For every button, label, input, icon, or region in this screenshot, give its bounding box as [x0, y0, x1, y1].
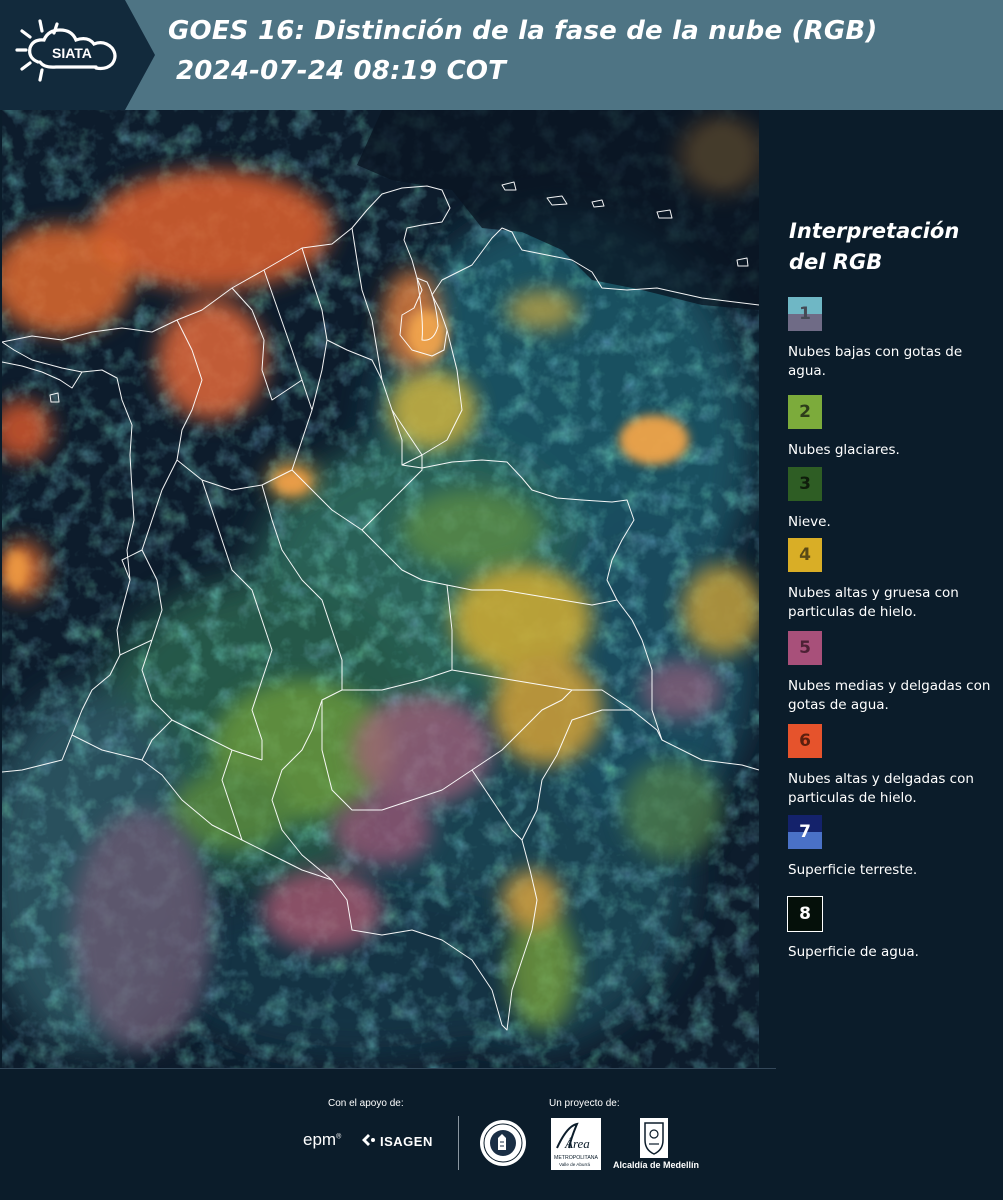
legend-number: 1: [799, 304, 811, 324]
legend-title-line2: del RGB: [789, 250, 883, 274]
legend-number: 3: [799, 474, 811, 494]
siata-logo-text: SIATA: [52, 45, 92, 61]
legend-swatch-1: 1: [788, 297, 822, 331]
legend-swatch-5: 5: [788, 631, 822, 665]
satellite-image: [2, 110, 759, 1068]
map-timestamp: 2024-07-24 08:19 COT: [176, 56, 507, 86]
legend-panel: Interpretación del RGB 1 Nubes bajas con …: [760, 110, 1003, 1068]
legend-number: 6: [799, 731, 811, 751]
isagen-logo-text: ISAGEN: [380, 1134, 433, 1149]
legend-label: Superficie terreste.: [788, 862, 918, 878]
legend-swatch-4: 4: [788, 538, 822, 572]
footer: Con el apoyo de: Un proyecto de: epm® IS…: [0, 1068, 1003, 1200]
legend-number: 8: [799, 904, 811, 924]
legend-label: Nubes medias y delgadas con gotas de agu…: [788, 678, 991, 713]
epm-logo: epm®: [303, 1130, 342, 1149]
legend-swatch-2: 2: [788, 395, 822, 429]
support-label: Con el apoyo de:: [328, 1098, 404, 1109]
epm-logo-text: epm: [303, 1130, 337, 1149]
footer-rule: [0, 1068, 776, 1069]
footer-divider: [458, 1116, 459, 1170]
legend-label: Nubes altas y gruesa con particulas de h…: [788, 585, 959, 620]
legend-number: 2: [799, 402, 811, 422]
isagen-mark-icon: [362, 1134, 375, 1146]
municipal-seal-icon: [480, 1120, 526, 1166]
legend-swatch-7: 7: [788, 815, 822, 849]
legend-label: Superficie de agua.: [788, 944, 919, 960]
legend-swatch-8: 8: [787, 896, 823, 932]
legend-label: Nubes glaciares.: [788, 442, 900, 458]
satellite-rgb-composite: [2, 110, 759, 1068]
alcaldia-shield-icon: [640, 1118, 668, 1158]
isagen-logo: ISAGEN: [360, 1132, 433, 1149]
project-label: Un proyecto de:: [549, 1098, 620, 1109]
legend-title: Interpretación del RGB: [789, 216, 989, 278]
header-banner: SIATA GOES 16: Distinción de la fase de …: [0, 0, 1003, 110]
legend-number: 4: [799, 545, 811, 565]
legend-label: Nieve.: [788, 514, 831, 530]
legend-title-line1: Interpretación: [789, 219, 960, 243]
area-logo-subtext: METROPOLITANA: [554, 1155, 599, 1161]
siata-logo: SIATA: [0, 0, 155, 110]
legend-label: Nubes altas y delgadas con particulas de…: [788, 771, 974, 806]
area-metropolitana-logo: Área METROPOLITANA Valle de Aburrá: [551, 1118, 601, 1170]
legend-number: 7: [799, 822, 811, 842]
legend-label: Nubes bajas con gotas de agua.: [788, 344, 963, 379]
legend-swatch-6: 6: [788, 724, 822, 758]
legend-number: 5: [799, 638, 811, 658]
area-logo-text: Área: [564, 1136, 590, 1151]
area-logo-subtext2: Valle de Aburrá: [559, 1162, 591, 1167]
legend-swatch-3: 3: [788, 467, 822, 501]
alcaldia-label: Alcaldía de Medellín: [613, 1160, 700, 1170]
map-title: GOES 16: Distinción de la fase de la nub…: [168, 16, 878, 46]
